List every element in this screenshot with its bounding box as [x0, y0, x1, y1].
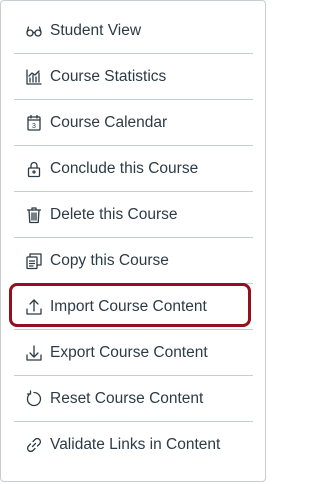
course-statistics-button[interactable]: Course Statistics	[14, 54, 253, 100]
copy-course-button[interactable]: Copy this Course	[14, 238, 253, 284]
menu-item-label: Export Course Content	[50, 343, 208, 361]
student-view-button[interactable]: Student View	[14, 8, 253, 54]
import-course-content-button[interactable]: Import Course Content	[14, 284, 253, 330]
download-icon	[24, 343, 44, 363]
export-course-content-button[interactable]: Export Course Content	[14, 330, 253, 376]
course-calendar-button[interactable]: 3 Course Calendar	[14, 100, 253, 146]
menu-item-label: Import Course Content	[50, 297, 207, 315]
menu-item-label: Delete this Course	[50, 205, 178, 223]
reset-course-content-button[interactable]: Reset Course Content	[14, 376, 253, 422]
lock-icon	[24, 159, 44, 179]
menu-item-label: Course Statistics	[50, 67, 167, 85]
delete-course-button[interactable]: Delete this Course	[14, 192, 253, 238]
calendar-day-number: 3	[32, 123, 36, 130]
glasses-icon	[24, 21, 44, 41]
upload-icon	[24, 297, 44, 317]
reset-icon	[24, 389, 44, 409]
calendar-icon: 3	[24, 113, 44, 133]
validate-links-button[interactable]: Validate Links in Content	[14, 422, 253, 468]
menu-item-label: Copy this Course	[50, 251, 169, 269]
menu-item-label: Reset Course Content	[50, 389, 204, 407]
conclude-course-button[interactable]: Conclude this Course	[14, 146, 253, 192]
menu-item-label: Conclude this Course	[50, 159, 199, 177]
link-icon	[24, 435, 44, 455]
course-actions-panel: Student View Course Statistics 3 Course …	[0, 0, 266, 482]
bar-chart-icon	[24, 67, 44, 87]
menu-item-label: Student View	[50, 21, 142, 39]
course-actions-menu: Student View Course Statistics 3 Course …	[14, 8, 253, 468]
menu-item-label: Course Calendar	[50, 113, 168, 131]
trash-icon	[24, 205, 44, 225]
menu-item-label: Validate Links in Content	[50, 436, 221, 453]
copy-icon	[24, 251, 44, 271]
